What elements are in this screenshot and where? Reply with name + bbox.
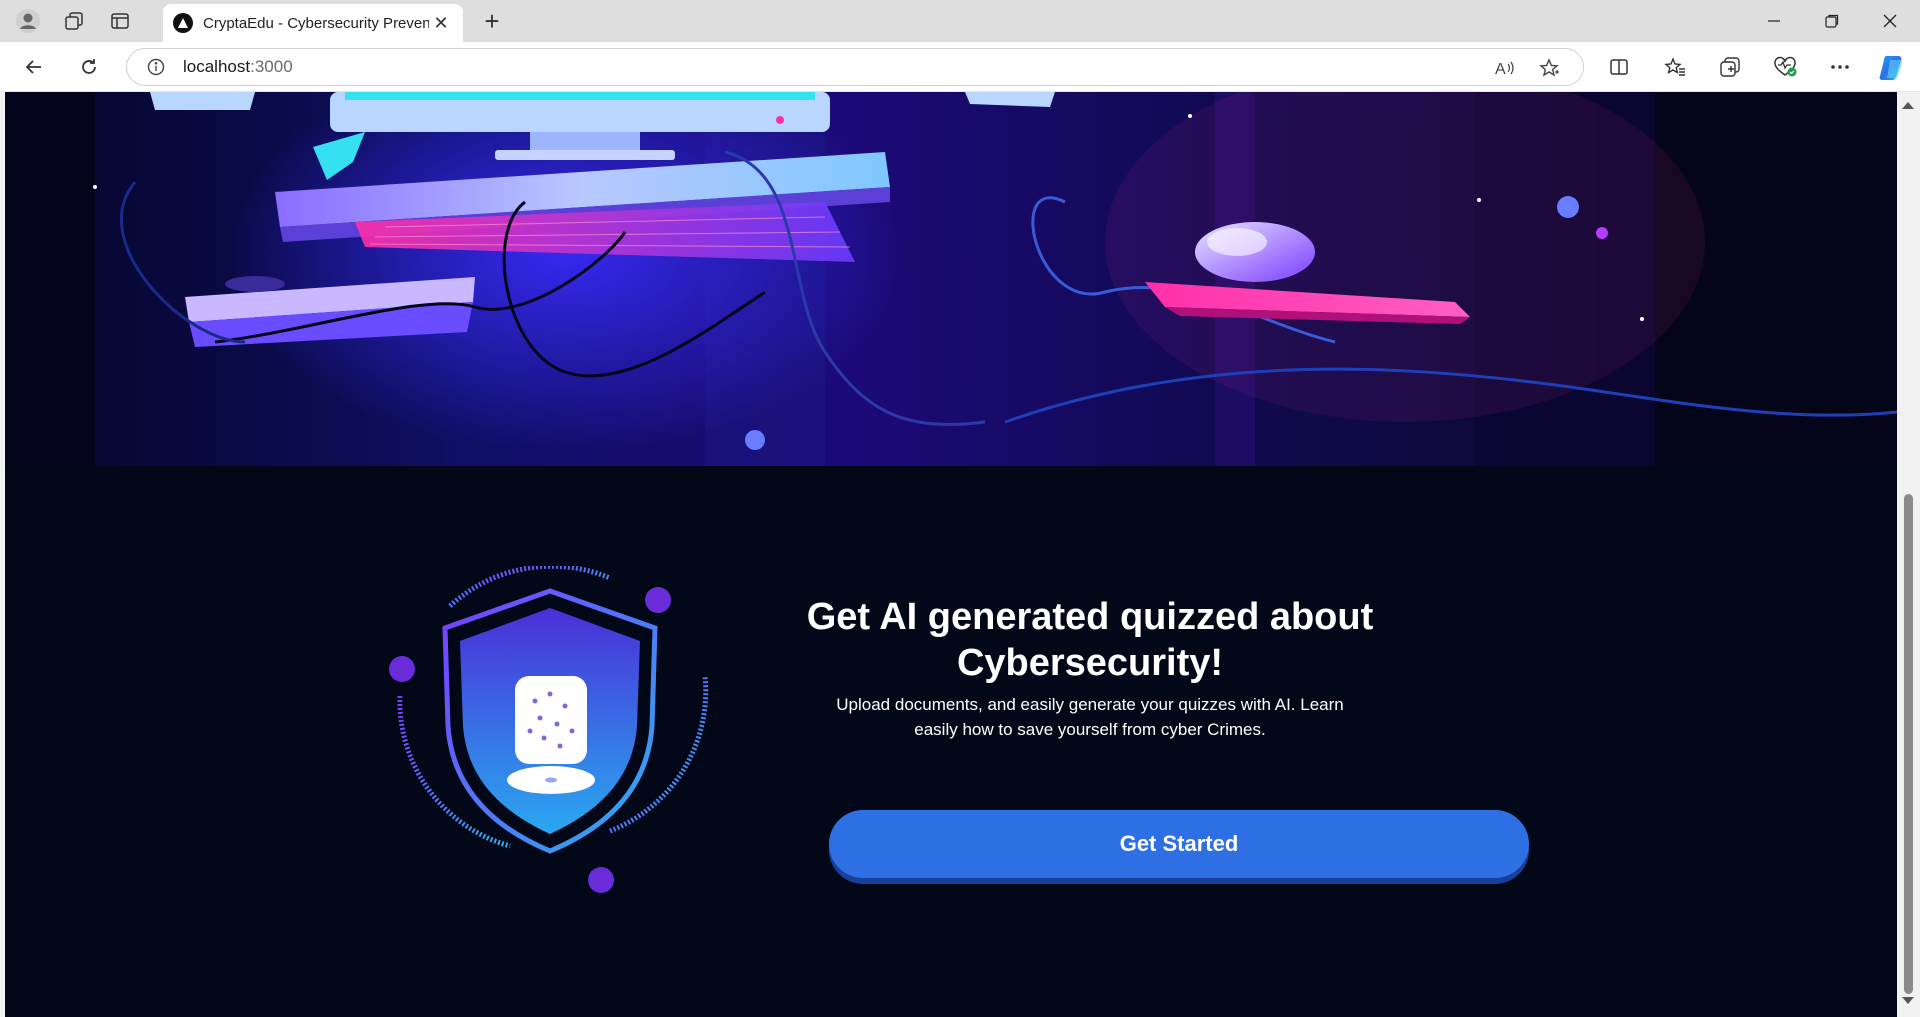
active-tab[interactable]: CryptaEdu - Cybersecurity Preven ✕	[163, 4, 463, 42]
page-headline: Get AI generated quizzed about Cybersecu…	[806, 596, 1374, 684]
split-screen-icon[interactable]	[1601, 50, 1637, 84]
get-started-button[interactable]: Get Started	[829, 810, 1529, 878]
tab-actions-icon[interactable]	[100, 4, 140, 38]
copilot-icon[interactable]	[1875, 50, 1911, 84]
browser-essentials-icon[interactable]	[1767, 50, 1803, 84]
scrollbar-thumb[interactable]	[1904, 494, 1913, 994]
shield-illustration	[380, 563, 720, 896]
page-viewport: Get AI generated quizzed about Cybersecu…	[5, 92, 1897, 1017]
read-aloud-icon[interactable]: A	[1491, 54, 1519, 82]
tab-close-icon[interactable]: ✕	[429, 13, 453, 34]
scroll-up-icon[interactable]	[1902, 102, 1914, 109]
workspaces-icon[interactable]	[54, 4, 94, 38]
tab-favicon-icon	[173, 13, 193, 33]
address-url[interactable]: localhost:3000	[183, 57, 293, 77]
browser-toolbar: localhost:3000 A	[0, 42, 1920, 92]
cta-section: Get AI generated quizzed about Cybersecu…	[5, 466, 1897, 1017]
hero-illustration	[5, 92, 1897, 466]
favorite-star-icon[interactable]	[1535, 54, 1563, 82]
page-scrollbar[interactable]	[1897, 92, 1920, 1017]
address-bar[interactable]: localhost:3000 A	[126, 48, 1584, 86]
more-icon[interactable]	[1822, 50, 1858, 84]
restore-icon[interactable]	[1804, 0, 1860, 42]
profile-icon[interactable]	[8, 4, 48, 38]
scroll-down-icon[interactable]	[1902, 997, 1914, 1004]
new-tab-button[interactable]: +	[475, 4, 509, 38]
page-subtext: Upload documents, and easily generate yo…	[836, 695, 1344, 739]
back-icon[interactable]	[16, 50, 52, 84]
tab-title: CryptaEdu - Cybersecurity Preven	[203, 14, 429, 32]
collections-icon[interactable]	[1712, 50, 1748, 84]
minimize-icon[interactable]	[1746, 0, 1802, 42]
address-port: :3000	[250, 57, 293, 76]
refresh-icon[interactable]	[71, 50, 107, 84]
info-icon[interactable]	[143, 54, 169, 80]
close-window-icon[interactable]	[1862, 0, 1918, 42]
address-host: localhost	[183, 57, 251, 76]
svg-text:A: A	[1495, 61, 1506, 78]
favorites-icon[interactable]	[1657, 50, 1693, 84]
